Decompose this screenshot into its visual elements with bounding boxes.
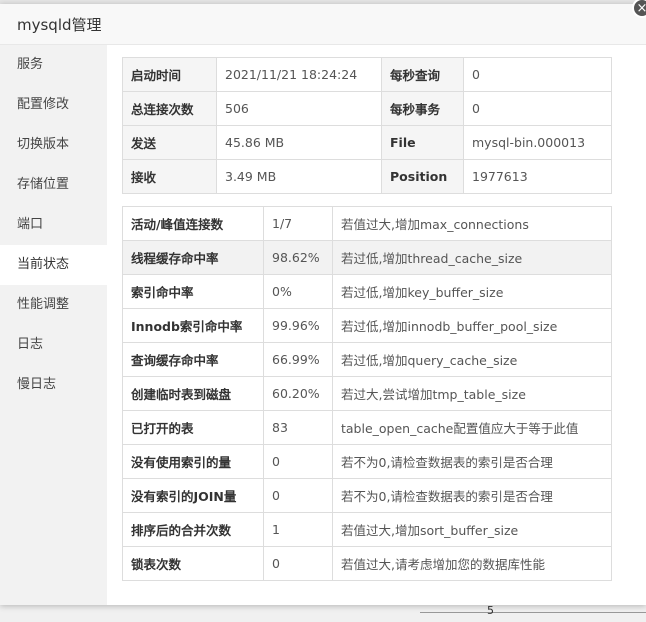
metric-value: 99.96% <box>263 308 333 343</box>
metric-name: 已打开的表 <box>122 410 264 445</box>
metric-hint: 若过低,增加innodb_buffer_pool_size <box>332 308 612 343</box>
metric-hint: 若过低,增加key_buffer_size <box>332 274 612 309</box>
table-row: 没有索引的JOIN量 0 若不为0,请检查数据表的索引是否合理 <box>122 478 612 513</box>
metric-name: 查询缓存命中率 <box>122 342 264 377</box>
metric-value: 60.20% <box>263 376 333 411</box>
table-row: 锁表次数 0 若值过大,请考虑增加您的数据库性能 <box>122 546 612 581</box>
sidebar-item-config[interactable]: 配置修改 <box>0 85 107 125</box>
sidebar-item-slow-log[interactable]: 慢日志 <box>0 365 107 405</box>
metric-value: 1/7 <box>263 206 333 241</box>
summary-value: 0 <box>463 91 612 126</box>
metric-hint: 若值过大,请考虑增加您的数据库性能 <box>332 546 612 581</box>
metric-name: 创建临时表到磁盘 <box>122 376 264 411</box>
metric-name: 排序后的合并次数 <box>122 512 264 547</box>
dialog-title: mysqld管理 <box>17 15 102 34</box>
table-row: 索引命中率 0% 若过低,增加key_buffer_size <box>122 274 612 309</box>
table-row: Innodb索引命中率 99.96% 若过低,增加innodb_buffer_p… <box>122 308 612 343</box>
table-row: 总连接次数 506 每秒事务 0 <box>122 91 612 126</box>
table-row: 创建临时表到磁盘 60.20% 若过大,尝试增加tmp_table_size <box>122 376 612 411</box>
summary-label: 每秒事务 <box>381 91 464 126</box>
metric-value: 0 <box>263 546 333 581</box>
metric-hint: 若过低,增加query_cache_size <box>332 342 612 377</box>
metric-value: 83 <box>263 410 333 445</box>
status-content: 启动时间 2021/11/21 18:24:24 每秒查询 0 总连接次数 50… <box>122 57 612 581</box>
table-row: 排序后的合并次数 1 若值过大,增加sort_buffer_size <box>122 512 612 547</box>
summary-label: 发送 <box>122 125 217 160</box>
sidebar-item-status[interactable]: 当前状态 <box>0 245 107 285</box>
metric-name: 活动/峰值连接数 <box>122 206 264 241</box>
sidebar-item-version[interactable]: 切换版本 <box>0 125 107 165</box>
metric-hint: table_open_cache配置值应大于等于此值 <box>332 410 612 445</box>
summary-label: Position <box>381 159 464 194</box>
table-row: 接收 3.49 MB Position 1977613 <box>122 159 612 194</box>
metric-value: 98.62% <box>263 240 333 275</box>
summary-value: 45.86 MB <box>216 125 382 160</box>
metric-value: 1 <box>263 512 333 547</box>
summary-value: 2021/11/21 18:24:24 <box>216 57 382 92</box>
summary-label: File <box>381 125 464 160</box>
metric-hint: 若值过大,增加sort_buffer_size <box>332 512 612 547</box>
summary-label: 启动时间 <box>122 57 217 92</box>
summary-value: 0 <box>463 57 612 92</box>
background-page-number: 5 <box>487 604 494 617</box>
dialog-header: mysqld管理 <box>0 4 646 45</box>
summary-label: 总连接次数 <box>122 91 217 126</box>
summary-value: mysql-bin.000013 <box>463 125 612 160</box>
metric-hint: 若不为0,请检查数据表的索引是否合理 <box>332 478 612 513</box>
table-row: 没有使用索引的量 0 若不为0,请检查数据表的索引是否合理 <box>122 444 612 479</box>
metric-hint: 若过大,尝试增加tmp_table_size <box>332 376 612 411</box>
sidebar-item-performance[interactable]: 性能调整 <box>0 285 107 325</box>
metric-hint: 若不为0,请检查数据表的索引是否合理 <box>332 444 612 479</box>
metric-value: 0 <box>263 444 333 479</box>
sidebar: 服务 配置修改 切换版本 存储位置 端口 当前状态 性能调整 日志 慢日志 <box>0 45 107 605</box>
metric-name: 锁表次数 <box>122 546 264 581</box>
metric-hint: 若过低,增加thread_cache_size <box>332 240 612 275</box>
metric-name: 没有索引的JOIN量 <box>122 478 264 513</box>
table-row: 已打开的表 83 table_open_cache配置值应大于等于此值 <box>122 410 612 445</box>
metric-hint: 若值过大,增加max_connections <box>332 206 612 241</box>
metric-value: 0 <box>263 478 333 513</box>
summary-value: 3.49 MB <box>216 159 382 194</box>
table-row: 查询缓存命中率 66.99% 若过低,增加query_cache_size <box>122 342 612 377</box>
sidebar-item-log[interactable]: 日志 <box>0 325 107 365</box>
summary-label: 每秒查询 <box>381 57 464 92</box>
table-row: 启动时间 2021/11/21 18:24:24 每秒查询 0 <box>122 57 612 92</box>
table-row: 线程缓存命中率 98.62% 若过低,增加thread_cache_size <box>122 240 612 275</box>
summary-label: 接收 <box>122 159 217 194</box>
table-row: 活动/峰值连接数 1/7 若值过大,增加max_connections <box>122 206 612 241</box>
metric-value: 66.99% <box>263 342 333 377</box>
metric-name: 线程缓存命中率 <box>122 240 264 275</box>
sidebar-item-port[interactable]: 端口 <box>0 205 107 245</box>
table-row: 发送 45.86 MB File mysql-bin.000013 <box>122 125 612 160</box>
metrics-table: 活动/峰值连接数 1/7 若值过大,增加max_connections 线程缓存… <box>122 206 612 581</box>
metric-name: Innodb索引命中率 <box>122 308 264 343</box>
metric-name: 索引命中率 <box>122 274 264 309</box>
metric-name: 没有使用索引的量 <box>122 444 264 479</box>
metric-value: 0% <box>263 274 333 309</box>
sidebar-item-storage[interactable]: 存储位置 <box>0 165 107 205</box>
summary-value: 1977613 <box>463 159 612 194</box>
background-divider <box>420 612 646 613</box>
summary-table: 启动时间 2021/11/21 18:24:24 每秒查询 0 总连接次数 50… <box>122 57 612 194</box>
background-footer <box>0 605 646 622</box>
summary-value: 506 <box>216 91 382 126</box>
sidebar-item-service[interactable]: 服务 <box>0 45 107 85</box>
